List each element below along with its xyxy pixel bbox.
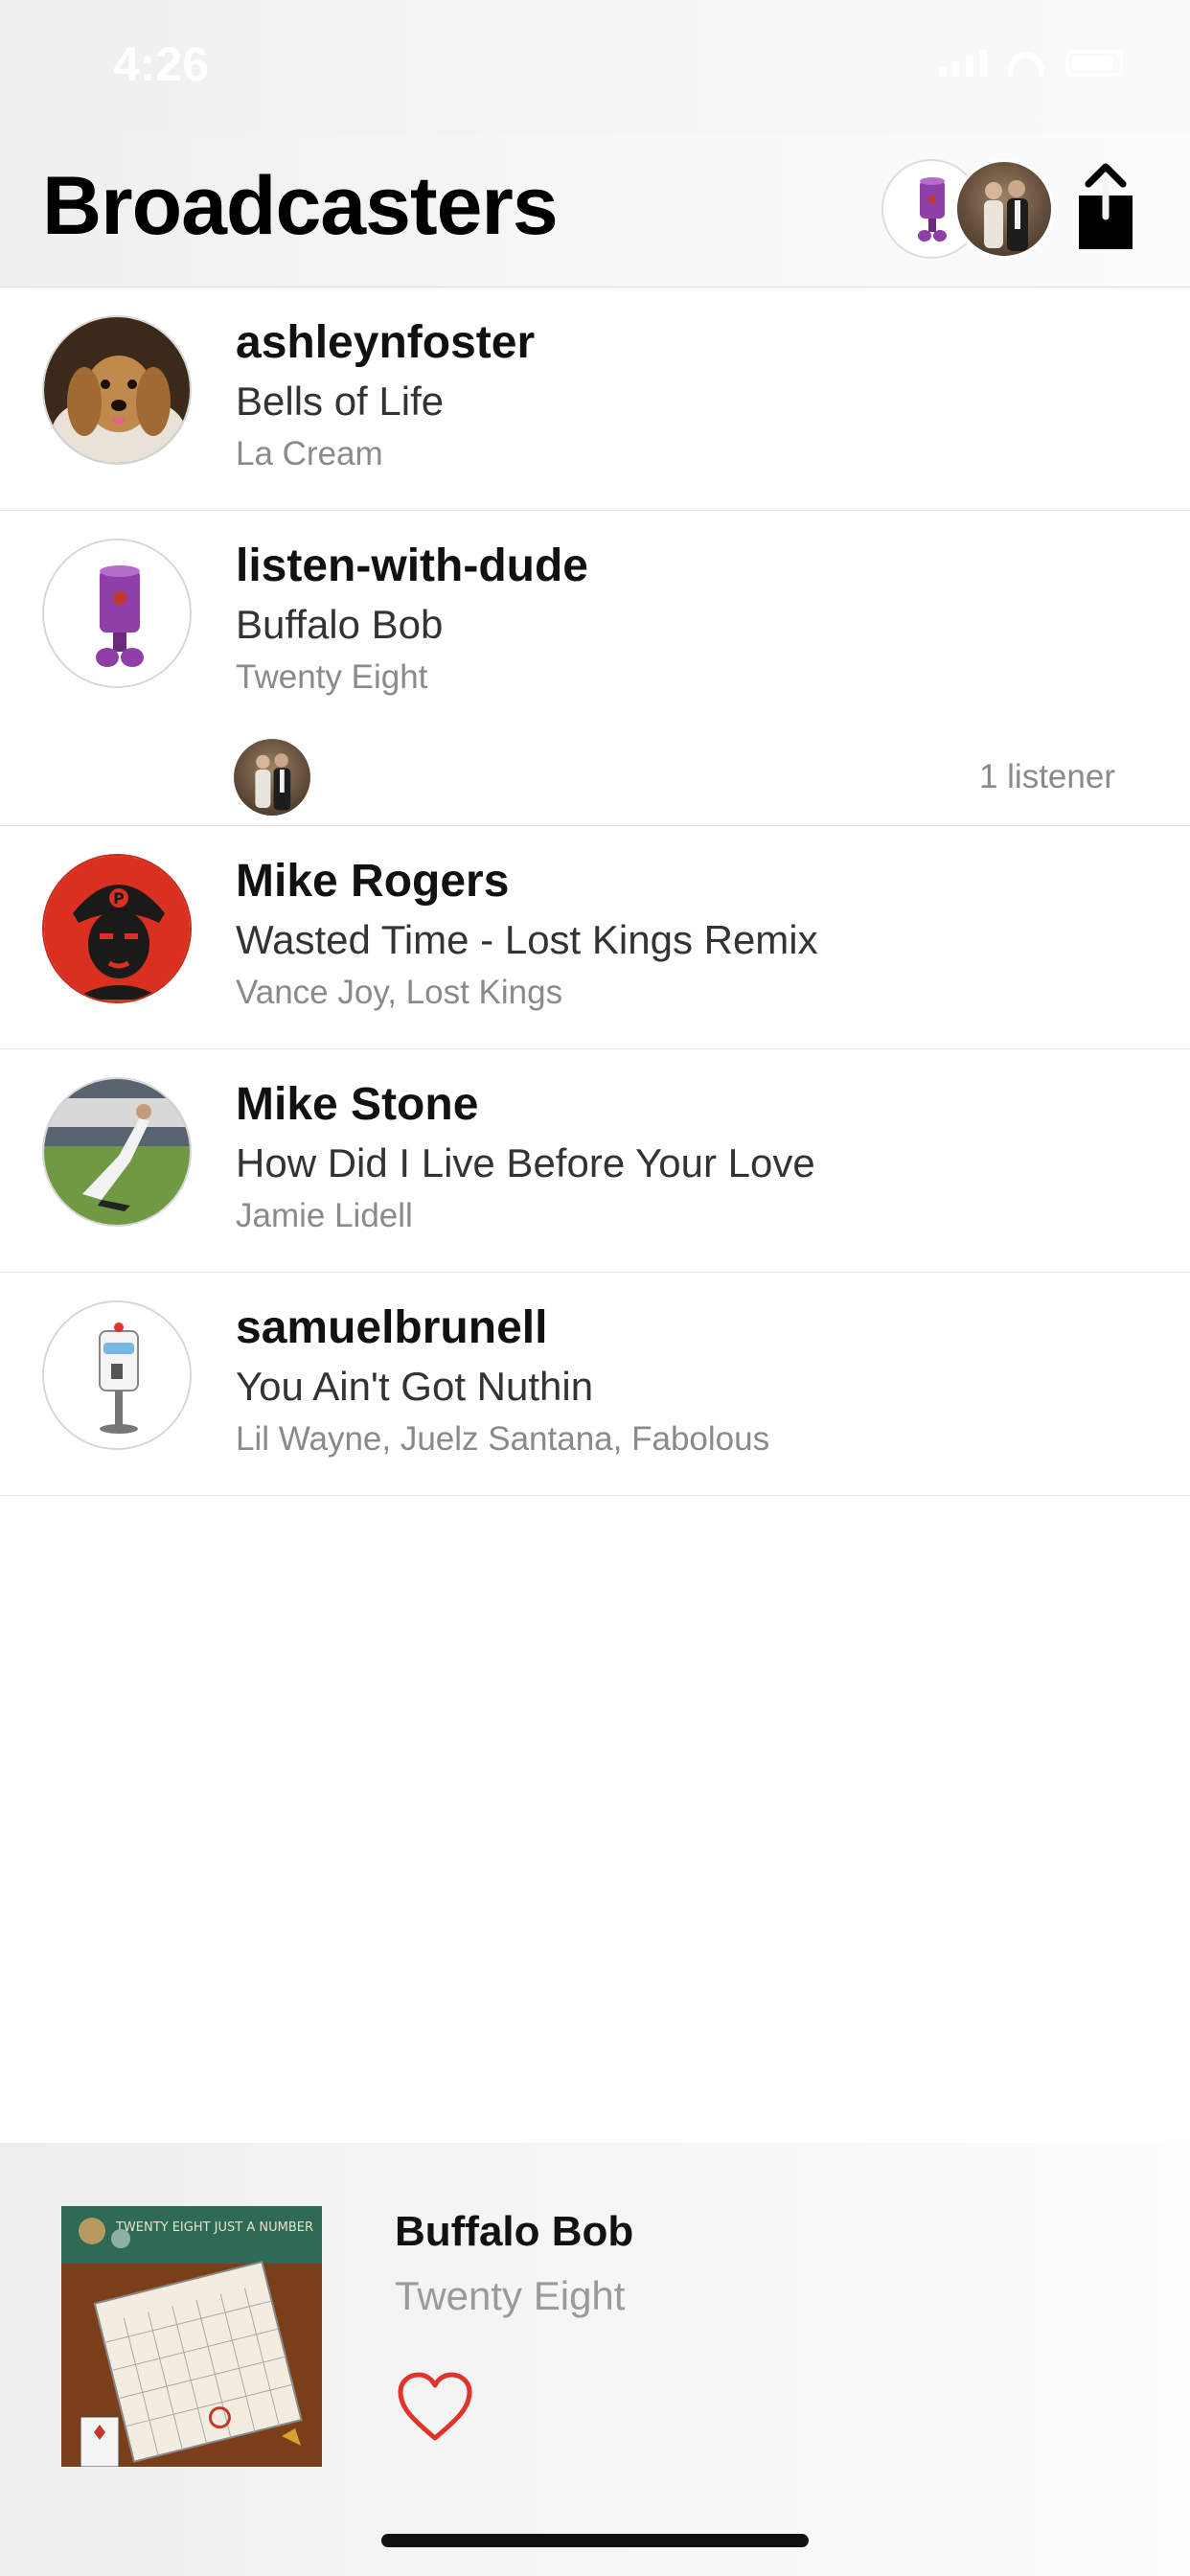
song-artist: Lil Wayne, Juelz Santana, Fabolous [236,1420,770,1458]
page-title: Broadcasters [42,160,559,252]
avatar-robot-white [42,1300,192,1450]
broadcaster-row[interactable]: samuelbrunell You Ain't Got Nuthin Lil W… [0,1273,1190,1496]
broadcasters-list: ashleynfoster Bells of Life La Cream lis… [0,288,1190,1496]
share-button[interactable] [1069,163,1142,255]
avatar-red-poster: P [42,854,192,1003]
wifi-icon [1008,52,1044,77]
listener-count: 1 listener [978,758,1115,795]
broadcaster-row[interactable]: P Mike Rogers Wasted Time - Lost Kings R… [0,826,1190,1049]
broadcaster-name: samuelbrunell [236,1302,548,1353]
now-playing-title: Buffalo Bob [395,2208,634,2255]
broadcaster-name: Mike Rogers [236,856,510,907]
status-icons [939,50,1123,77]
broadcaster-row[interactable]: Mike Stone How Did I Live Before Your Lo… [0,1049,1190,1273]
share-icon [1079,163,1133,249]
heart-icon [398,2372,472,2441]
broadcaster-row[interactable]: ashleynfoster Bells of Life La Cream [0,288,1190,511]
home-indicator[interactable] [381,2534,809,2547]
now-playing-bar[interactable]: TWENTY EIGHT JUST A NUMBER Buffalo Bob T… [0,2143,1190,2576]
song-title: Bells of Life [236,379,445,424]
svg-text:P: P [113,889,125,908]
now-playing-artist: Twenty Eight [395,2273,626,2318]
song-title: How Did I Live Before Your Love [236,1140,815,1185]
album-text: TWENTY EIGHT JUST A NUMBER [115,2220,313,2235]
status-time: 4:26 [113,37,210,91]
song-artist: Twenty Eight [236,658,428,696]
header: Broadcasters [0,134,1190,288]
signal-icon [939,50,987,77]
battery-icon [1065,50,1123,77]
song-artist: La Cream [236,435,383,472]
listener-avatars[interactable] [881,159,1054,259]
song-title: Buffalo Bob [236,602,444,647]
song-title: Wasted Time - Lost Kings Remix [236,917,818,962]
status-bar: 4:26 [0,0,1190,134]
broadcaster-name: listen-with-dude [236,540,588,591]
song-artist: Jamie Lidell [236,1197,413,1234]
song-title: You Ain't Got Nuthin [236,1364,594,1409]
like-button[interactable] [395,2371,475,2444]
avatar-couple[interactable] [954,159,1054,259]
listener-avatar[interactable] [234,739,310,816]
album-art[interactable]: TWENTY EIGHT JUST A NUMBER [61,2206,322,2467]
broadcaster-row[interactable]: listen-with-dude Buffalo Bob Twenty Eigh… [0,511,1190,826]
avatar-dog [42,315,192,465]
avatar-football-player [42,1077,192,1227]
broadcaster-name: ashleynfoster [236,317,536,368]
broadcaster-name: Mike Stone [236,1079,479,1130]
avatar-robot-purple [42,539,192,688]
song-artist: Vance Joy, Lost Kings [236,974,563,1011]
